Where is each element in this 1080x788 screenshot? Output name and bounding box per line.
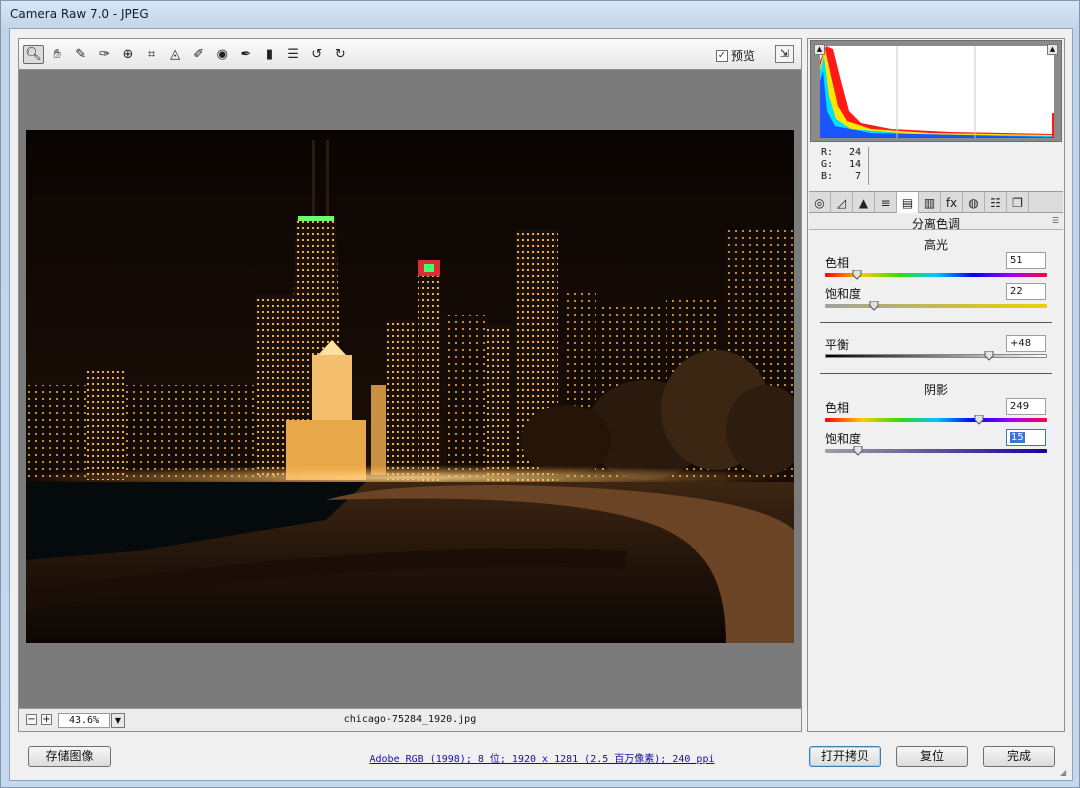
resize-grip-icon[interactable]: ◢ bbox=[1060, 768, 1070, 778]
balance-label: 平衡 bbox=[825, 338, 850, 352]
file-name: chicago-75284_1920.jpg bbox=[343, 714, 477, 725]
slider-thumb[interactable] bbox=[974, 415, 984, 425]
shadows-hue-field[interactable]: 249 bbox=[1006, 398, 1046, 415]
slider-thumb[interactable] bbox=[852, 270, 862, 280]
shadow-clipping-icon[interactable]: ▲ bbox=[814, 44, 825, 55]
highlights-hue-field[interactable]: 51 bbox=[1006, 252, 1046, 269]
b-value: 7 bbox=[854, 171, 861, 182]
highlights-heading: 高光 bbox=[923, 238, 948, 252]
hand-tool-icon[interactable]: ✋︎ bbox=[47, 45, 68, 64]
highlight-clipping-icon[interactable]: ▲ bbox=[1047, 44, 1058, 55]
g-label: G: bbox=[821, 159, 834, 170]
preview-label: 预览 bbox=[731, 49, 756, 63]
g-value: 14 bbox=[848, 159, 861, 170]
toolbar: 🔍︎ ✋︎ ✎ ✑ ⊕ ⌗ ◬ ✐ ◉ ✒ ▮ ☰ ↺ ↻ ✓ 预览 ⇲ bbox=[19, 39, 801, 70]
highlights-saturation-field[interactable]: 22 bbox=[1006, 283, 1046, 300]
tab-hsl-icon[interactable]: ≡ bbox=[875, 192, 897, 213]
tab-lens-corrections-icon[interactable]: ▥ bbox=[919, 192, 941, 213]
panel-header: 分离色调 ☰ bbox=[809, 214, 1063, 231]
shadows-saturation-slider[interactable] bbox=[825, 446, 1047, 456]
color-sampler-tool-icon[interactable]: ✑ bbox=[94, 45, 115, 64]
slider-thumb[interactable] bbox=[853, 446, 863, 456]
shadows-saturation-label: 饱和度 bbox=[825, 432, 862, 446]
tab-tone-curve-icon[interactable]: ◿ bbox=[831, 192, 853, 213]
panel-menu-icon[interactable]: ☰ bbox=[1052, 216, 1059, 225]
histogram-graph bbox=[820, 46, 1054, 138]
title-bar[interactable]: Camera Raw 7.0 - JPEG bbox=[1, 1, 1079, 28]
shadows-heading: 阴影 bbox=[923, 383, 948, 397]
tab-effects-icon[interactable]: fx bbox=[941, 192, 963, 213]
panel-title: 分离色调 bbox=[911, 217, 960, 231]
preview-toggle[interactable]: ✓ 预览 bbox=[716, 47, 755, 64]
r-label: R: bbox=[821, 147, 834, 158]
panel-tabs: ◎ ◿ ▲ ≡ ▤ ▥ fx ◍ ☷ ❐ bbox=[809, 191, 1063, 213]
section-divider bbox=[820, 322, 1052, 323]
histogram: ▲ ▲ bbox=[810, 40, 1062, 142]
shadows-hue-label: 色相 bbox=[825, 401, 850, 415]
dialog-client: 🔍︎ ✋︎ ✎ ✑ ⊕ ⌗ ◬ ✐ ◉ ✒ ▮ ☰ ↺ ↻ ✓ 预览 ⇲ − +… bbox=[9, 28, 1073, 781]
window-title: Camera Raw 7.0 - JPEG bbox=[10, 7, 149, 21]
balance-slider[interactable] bbox=[825, 351, 1047, 361]
highlights-hue-slider[interactable] bbox=[825, 270, 1047, 280]
highlights-hue-label: 色相 bbox=[825, 256, 850, 270]
rotate-left-icon[interactable]: ↺ bbox=[306, 45, 327, 64]
slider-thumb[interactable] bbox=[869, 301, 879, 311]
adjustment-brush-icon[interactable]: ✒ bbox=[235, 45, 256, 64]
shadows-hue-slider[interactable] bbox=[825, 415, 1047, 425]
readout-divider bbox=[868, 147, 869, 185]
open-copy-button[interactable]: 打开拷贝 bbox=[809, 746, 881, 767]
adjustments-pane: ▲ ▲ R: 24 G: 14 B: 7 ◎ ◿ ▲ ≡ ▤ ▥ fx ◍ ☷ ❐ 分离色调 ☰ 高光 … bbox=[807, 38, 1065, 732]
preview-checkbox[interactable]: ✓ bbox=[716, 49, 728, 62]
tab-presets-icon[interactable]: ☷ bbox=[985, 192, 1007, 213]
shadows-saturation-field[interactable]: 15 bbox=[1006, 429, 1046, 446]
spot-removal-tool-icon[interactable]: ✐ bbox=[188, 45, 209, 64]
zoom-tool-icon[interactable]: 🔍︎ bbox=[23, 45, 44, 64]
done-button[interactable]: 完成 bbox=[983, 746, 1055, 767]
preferences-icon[interactable]: ☰ bbox=[283, 45, 304, 64]
night-skyline-photo bbox=[26, 130, 794, 643]
tab-detail-icon[interactable]: ▲ bbox=[853, 192, 875, 213]
section-divider bbox=[820, 373, 1052, 374]
white-balance-tool-icon[interactable]: ✎ bbox=[70, 45, 91, 64]
straighten-tool-icon[interactable]: ◬ bbox=[165, 45, 186, 64]
camera-raw-window: Camera Raw 7.0 - JPEG 🔍︎ ✋︎ ✎ ✑ ⊕ ⌗ ◬ ✐ ◉ ✒ ▮ ☰ ↺ ↻ ✓… bbox=[0, 0, 1080, 788]
selected-value: 15 bbox=[1010, 432, 1025, 443]
highlights-saturation-label: 饱和度 bbox=[825, 287, 862, 301]
tab-split-toning-icon[interactable]: ▤ bbox=[897, 192, 919, 213]
rgb-readout: R: 24 G: 14 B: 7 bbox=[821, 147, 861, 183]
targeted-adjustment-tool-icon[interactable]: ⊕ bbox=[117, 45, 138, 64]
image-pane: 🔍︎ ✋︎ ✎ ✑ ⊕ ⌗ ◬ ✐ ◉ ✒ ▮ ☰ ↺ ↻ ✓ 预览 ⇲ − +… bbox=[18, 38, 802, 732]
red-eye-removal-icon[interactable]: ◉ bbox=[212, 45, 233, 64]
crop-tool-icon[interactable]: ⌗ bbox=[141, 45, 162, 64]
rotate-right-icon[interactable]: ↻ bbox=[330, 45, 351, 64]
canvas-area[interactable] bbox=[19, 70, 801, 708]
tab-basic-icon[interactable]: ◎ bbox=[809, 192, 831, 213]
balance-field[interactable]: +48 bbox=[1006, 335, 1046, 352]
b-label: B: bbox=[821, 171, 834, 182]
graduated-filter-icon[interactable]: ▮ bbox=[259, 45, 280, 64]
tab-snapshots-icon[interactable]: ❐ bbox=[1007, 192, 1029, 213]
preview-image[interactable] bbox=[26, 130, 794, 643]
highlights-saturation-slider[interactable] bbox=[825, 301, 1047, 311]
slider-thumb[interactable] bbox=[984, 351, 994, 361]
tab-camera-calibration-icon[interactable]: ◍ bbox=[963, 192, 985, 213]
r-value: 24 bbox=[848, 147, 861, 158]
status-bar: − + 43.6% ▼ chicago-75284_1920.jpg bbox=[19, 708, 801, 731]
fullscreen-icon[interactable]: ⇲ bbox=[775, 45, 794, 63]
reset-button[interactable]: 复位 bbox=[896, 746, 968, 767]
